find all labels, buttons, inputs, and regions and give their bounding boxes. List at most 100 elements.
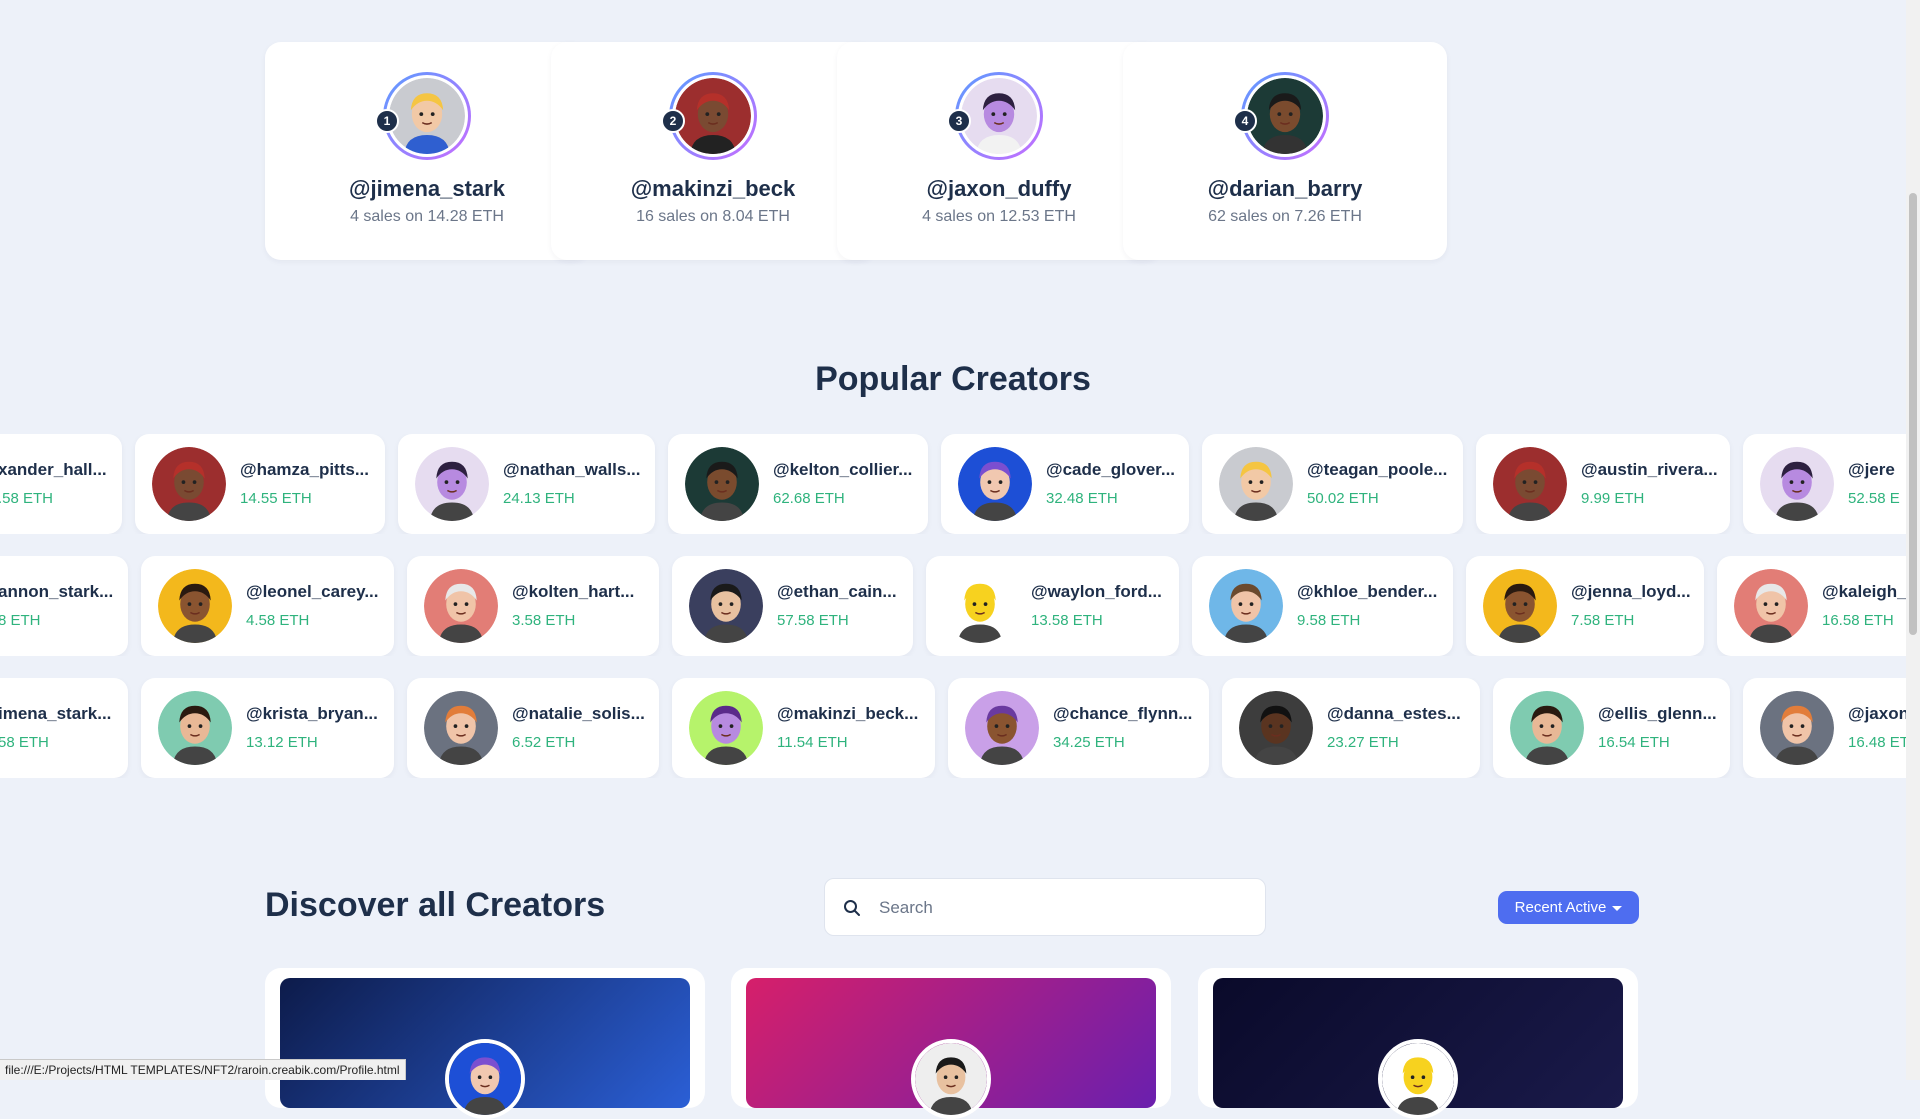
creator-avatar[interactable] bbox=[1483, 569, 1557, 643]
creator-avatar[interactable] bbox=[152, 447, 226, 521]
creator-card[interactable]: @danna_estes... 23.27 ETH bbox=[1222, 678, 1480, 778]
creator-avatar[interactable] bbox=[424, 691, 498, 765]
creator-eth-value: 3.58 ETH bbox=[512, 612, 576, 629]
creator-avatar[interactable] bbox=[424, 569, 498, 643]
creator-card[interactable]: @krista_bryan... 13.12 ETH bbox=[141, 678, 394, 778]
sort-dropdown-button[interactable]: Recent Active bbox=[1498, 891, 1639, 924]
creator-card[interactable]: @cade_glover... 32.48 ETH bbox=[941, 434, 1189, 534]
creator-avatar[interactable] bbox=[1734, 569, 1808, 643]
creator-card[interactable]: @leonel_carey... 4.58 ETH bbox=[141, 556, 394, 656]
creator-card[interactable]: @jenna_loyd... 7.58 ETH bbox=[1466, 556, 1704, 656]
seller-name[interactable]: @makinzi_beck bbox=[551, 176, 875, 202]
creator-card[interactable]: @ellis_glenn... 16.54 ETH bbox=[1493, 678, 1730, 778]
seller-name[interactable]: @jaxon_duffy bbox=[837, 176, 1161, 202]
creator-name[interactable]: @kolten_hart... bbox=[512, 582, 634, 602]
creator-card[interactable]: xander_hall... .58 ETH bbox=[0, 434, 122, 534]
creator-avatar[interactable] bbox=[1219, 447, 1293, 521]
creator-name[interactable]: @nathan_walls... bbox=[503, 460, 641, 480]
creator-avatar[interactable] bbox=[689, 691, 763, 765]
creator-avatar[interactable] bbox=[965, 691, 1039, 765]
creator-card[interactable]: @austin_rivera... 9.99 ETH bbox=[1476, 434, 1730, 534]
creator-card[interactable]: @waylon_ford... 13.58 ETH bbox=[926, 556, 1179, 656]
creator-card[interactable]: @jaxon 16.48 ETH bbox=[1743, 678, 1906, 778]
creator-avatar[interactable] bbox=[445, 1039, 525, 1119]
creator-name[interactable]: @natalie_solis... bbox=[512, 704, 645, 724]
creator-card[interactable]: @hamza_pitts... 14.55 ETH bbox=[135, 434, 385, 534]
creator-card[interactable]: imena_stark... 58 ETH bbox=[0, 678, 128, 778]
creator-eth-value: 23.27 ETH bbox=[1327, 734, 1399, 751]
creator-name[interactable]: @kaleigh_l bbox=[1822, 582, 1906, 602]
creator-card[interactable]: @khloe_bender... 9.58 ETH bbox=[1192, 556, 1453, 656]
creator-name[interactable]: @krista_bryan... bbox=[246, 704, 378, 724]
creator-card[interactable]: @kelton_collier... 62.68 ETH bbox=[668, 434, 928, 534]
seller-card[interactable]: 2 @makinzi_beck 16 sales on 8.04 ETH bbox=[551, 42, 875, 260]
creator-avatar[interactable] bbox=[958, 447, 1032, 521]
creator-eth-value: 50.02 ETH bbox=[1307, 490, 1379, 507]
creator-card[interactable]: @chance_flynn... 34.25 ETH bbox=[948, 678, 1209, 778]
creator-name[interactable]: @austin_rivera... bbox=[1581, 460, 1718, 480]
creator-card[interactable]: @natalie_solis... 6.52 ETH bbox=[407, 678, 659, 778]
rank-badge: 1 bbox=[375, 109, 399, 133]
creator-avatar[interactable] bbox=[685, 447, 759, 521]
creator-name[interactable]: @jaxon bbox=[1848, 704, 1906, 724]
creator-name[interactable]: @waylon_ford... bbox=[1031, 582, 1162, 602]
seller-avatar[interactable]: 1 bbox=[375, 72, 471, 160]
creator-avatar[interactable] bbox=[415, 447, 489, 521]
creator-card[interactable]: @makinzi_beck... 11.54 ETH bbox=[672, 678, 935, 778]
seller-avatar[interactable]: 3 bbox=[947, 72, 1043, 160]
creator-avatar[interactable] bbox=[1378, 1039, 1458, 1119]
creator-card[interactable]: @kolten_hart... 3.58 ETH bbox=[407, 556, 659, 656]
search-box[interactable] bbox=[824, 878, 1266, 937]
creator-avatar[interactable] bbox=[911, 1039, 991, 1119]
creator-name[interactable]: @jere bbox=[1848, 460, 1895, 480]
creator-avatar[interactable] bbox=[158, 569, 232, 643]
creator-avatar[interactable] bbox=[943, 569, 1017, 643]
seller-name[interactable]: @darian_barry bbox=[1123, 176, 1447, 202]
creator-avatar[interactable] bbox=[689, 569, 763, 643]
creator-name[interactable]: @hamza_pitts... bbox=[240, 460, 369, 480]
creator-name[interactable]: @cade_glover... bbox=[1046, 460, 1175, 480]
creator-eth-value: 16.58 ETH bbox=[1822, 612, 1894, 629]
creator-card[interactable]: @teagan_poole... 50.02 ETH bbox=[1202, 434, 1463, 534]
creator-name[interactable]: @teagan_poole... bbox=[1307, 460, 1447, 480]
creator-avatar[interactable] bbox=[1209, 569, 1283, 643]
creator-card[interactable]: @nathan_walls... 24.13 ETH bbox=[398, 434, 655, 534]
creator-name[interactable]: @makinzi_beck... bbox=[777, 704, 918, 724]
creator-eth-value: .58 ETH bbox=[0, 490, 54, 507]
creator-avatar[interactable] bbox=[1510, 691, 1584, 765]
creator-name[interactable]: @ethan_cain... bbox=[777, 582, 897, 602]
creator-name[interactable]: @jenna_loyd... bbox=[1571, 582, 1691, 602]
seller-avatar[interactable]: 2 bbox=[661, 72, 757, 160]
page-scrollbar[interactable] bbox=[1906, 0, 1920, 1080]
creator-name[interactable]: @danna_estes... bbox=[1327, 704, 1461, 724]
creator-avatar[interactable] bbox=[1493, 447, 1567, 521]
creator-name[interactable]: annon_stark... bbox=[0, 582, 113, 602]
creator-name[interactable]: @kelton_collier... bbox=[773, 460, 912, 480]
creator-name[interactable]: imena_stark... bbox=[0, 704, 111, 724]
creator-profile-card[interactable] bbox=[731, 968, 1171, 1119]
creator-profile-card[interactable] bbox=[1198, 968, 1638, 1119]
creator-avatar[interactable] bbox=[1760, 447, 1834, 521]
creator-card[interactable]: annon_stark... 8 ETH bbox=[0, 556, 128, 656]
creator-eth-value: 57.58 ETH bbox=[777, 612, 849, 629]
creator-card[interactable]: @kaleigh_l 16.58 ETH bbox=[1717, 556, 1906, 656]
seller-avatar[interactable]: 4 bbox=[1233, 72, 1329, 160]
creator-name[interactable]: @ellis_glenn... bbox=[1598, 704, 1717, 724]
creator-card[interactable]: @jere 52.58 E bbox=[1743, 434, 1906, 534]
scrollbar-thumb[interactable] bbox=[1909, 193, 1917, 635]
seller-card[interactable]: 1 @jimena_stark 4 sales on 14.28 ETH bbox=[265, 42, 589, 260]
creator-card[interactable]: @ethan_cain... 57.58 ETH bbox=[672, 556, 913, 656]
seller-card[interactable]: 4 @darian_barry 62 sales on 7.26 ETH bbox=[1123, 42, 1447, 260]
seller-name[interactable]: @jimena_stark bbox=[265, 176, 589, 202]
creator-avatar[interactable] bbox=[1239, 691, 1313, 765]
creator-avatar[interactable] bbox=[158, 691, 232, 765]
creator-name[interactable]: xander_hall... bbox=[0, 460, 107, 480]
search-input[interactable] bbox=[877, 879, 1251, 937]
creator-avatar[interactable] bbox=[1760, 691, 1834, 765]
creator-name[interactable]: @leonel_carey... bbox=[246, 582, 379, 602]
seller-card[interactable]: 3 @jaxon_duffy 4 sales on 12.53 ETH bbox=[837, 42, 1161, 260]
creator-name[interactable]: @chance_flynn... bbox=[1053, 704, 1192, 724]
seller-stats: 62 sales on 7.26 ETH bbox=[1208, 208, 1362, 225]
creator-name[interactable]: @khloe_bender... bbox=[1297, 582, 1437, 602]
creator-profile-card[interactable] bbox=[265, 968, 705, 1119]
